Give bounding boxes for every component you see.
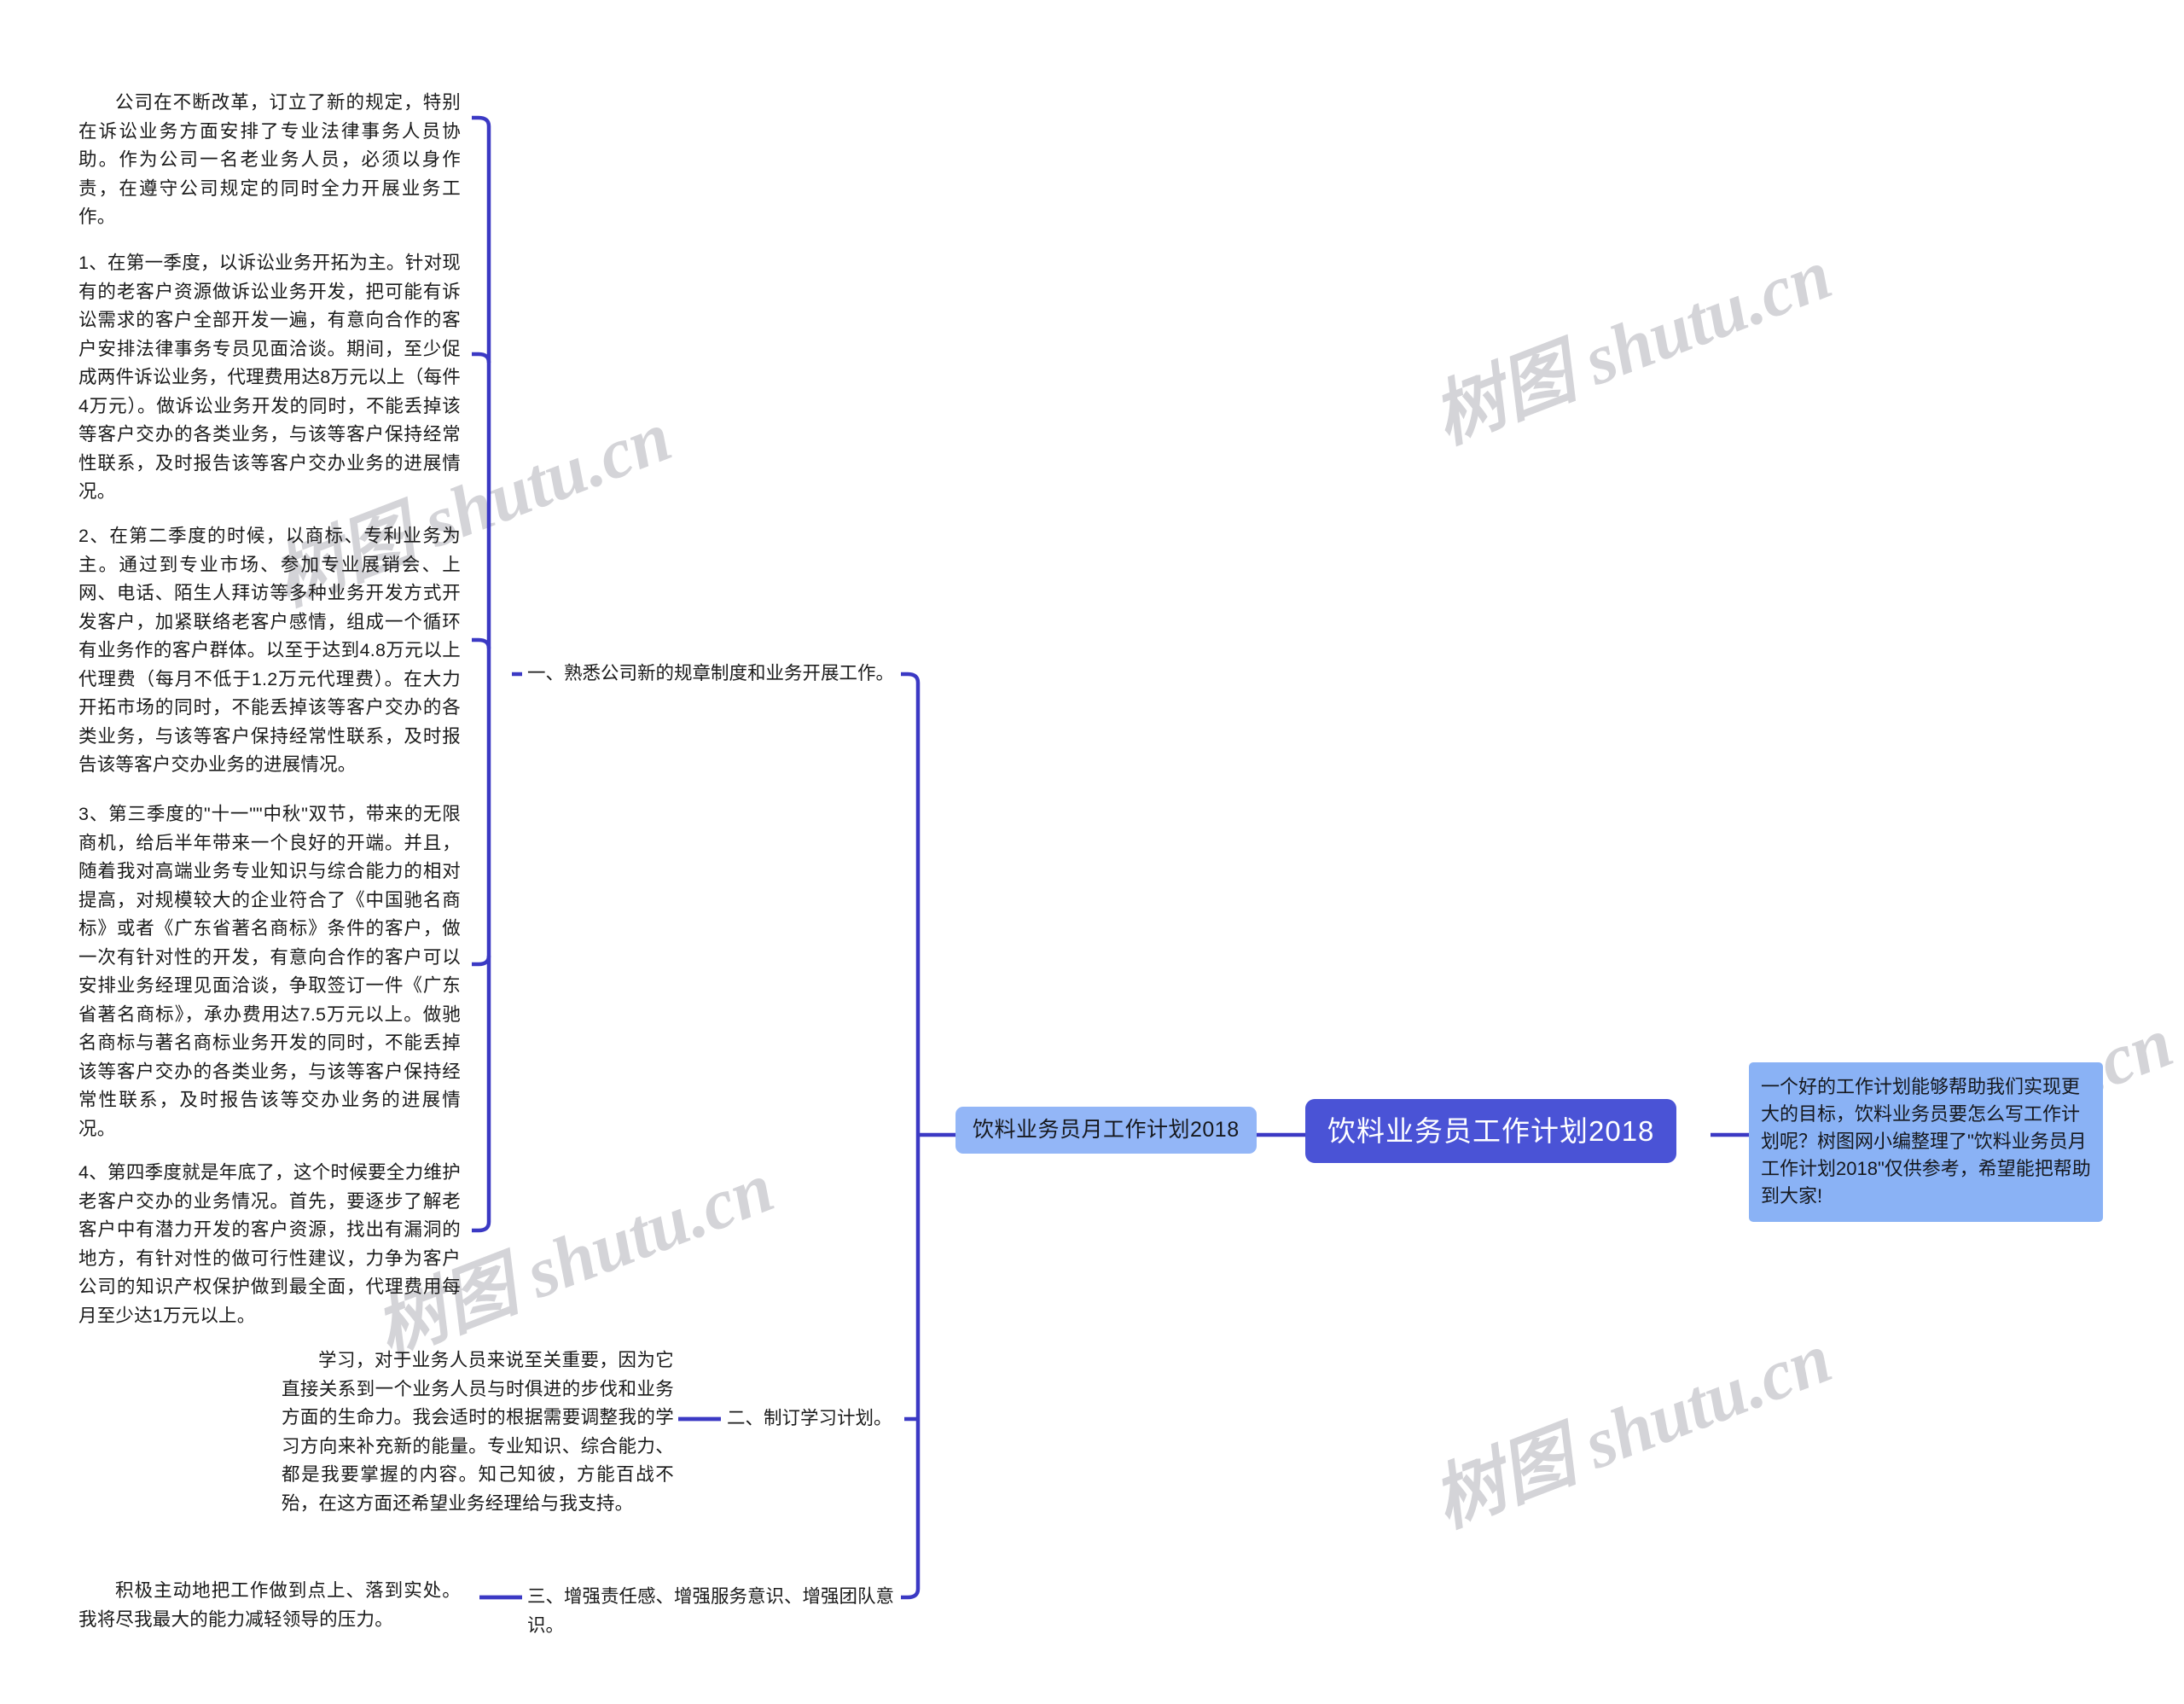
leaf-study: 学习，对于业务人员来说至关重要，因为它直接关系到一个业务人员与时俱进的步伐和业务… [282, 1350, 674, 1514]
branch-label-3[interactable]: 三、增强责任感、增强服务意识、增强团队意识。 [527, 1583, 903, 1640]
note-node[interactable]: 一个好的工作计划能够帮助我们实现更大的目标，饮料业务员要怎么写工作计划呢？树图网… [1749, 1062, 2103, 1222]
leaf-responsibility: 积极主动地把工作做到点上、落到实处。我将尽我最大的能力减轻领导的压力。 [78, 1580, 461, 1630]
leaf-q2: 2、在第二季度的时候，以商标、专利业务为主。通过到专业市场、参加专业展销会、上网… [78, 526, 461, 775]
mindmap-canvas: 树图 shutu.cn 树图 shutu.cn 树图 shutu.cn 树图 s… [0, 0, 2184, 1704]
leaf-q3: 3、第三季度的"十一""中秋"双节，带来的无限商机，给后半年带来一个良好的开端。… [78, 804, 461, 1139]
root-node[interactable]: 饮料业务员工作计划2018 [1305, 1099, 1677, 1163]
branch-label-2[interactable]: 二、制订学习计划。 [727, 1404, 906, 1434]
leaf-q4: 4、第四季度就是年底了，这个时候要全力维护老客户交办的业务情况。首先，要逐步了解… [78, 1162, 461, 1326]
leaf-q1: 1、在第一季度，以诉讼业务开拓为主。针对现有的老客户资源做诉讼业务开发，把可能有… [78, 253, 461, 502]
branch-label-1[interactable]: 一、熟悉公司新的规章制度和业务开展工作。 [527, 660, 903, 689]
subtopic-node[interactable]: 饮料业务员月工作计划2018 [956, 1107, 1257, 1154]
leaf-company-reform: 公司在不断改革，订立了新的规定，特别在诉讼业务方面安排了专业法律事务人员协助。作… [78, 92, 461, 227]
